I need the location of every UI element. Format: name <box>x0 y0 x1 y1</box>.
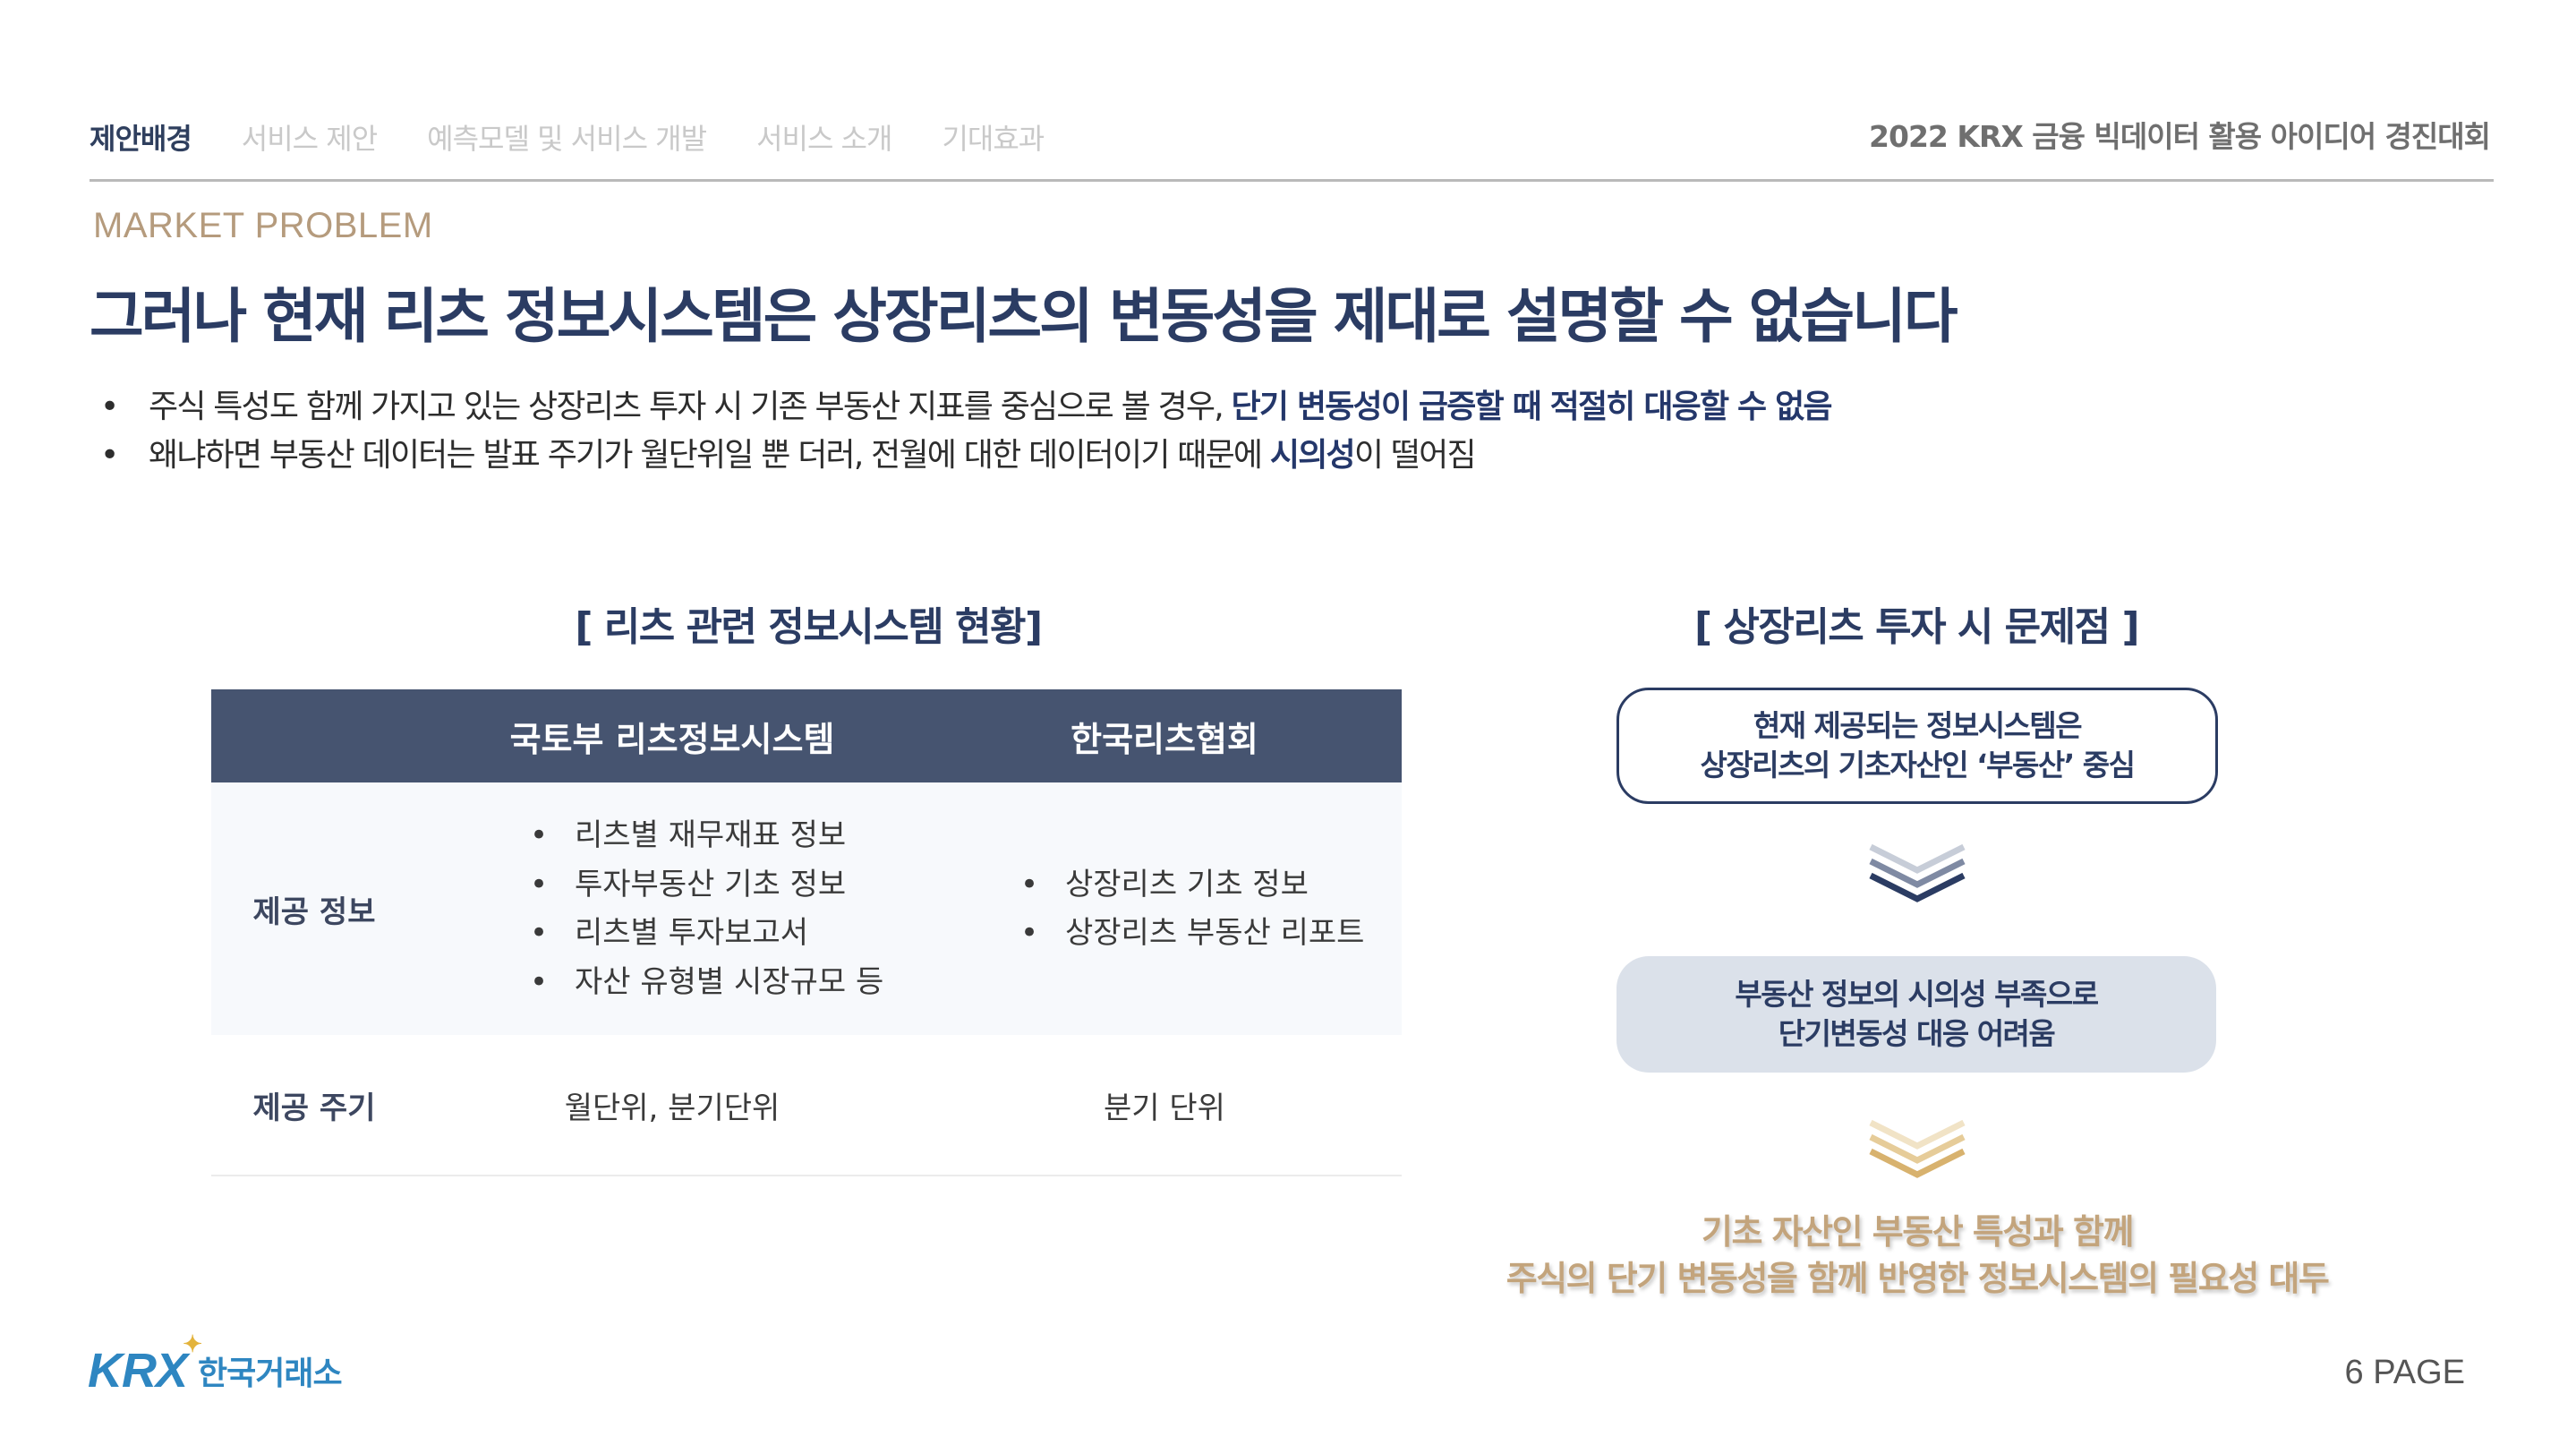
summary-bullets: 주식 특성도 함께 가지고 있는 상장리츠 투자 시 기존 부동산 지표를 중심… <box>100 383 1833 480</box>
kareit-info-cell: 상장리츠 기초 정보 상장리츠 부동산 리포트 <box>927 782 1402 1035</box>
bullet-highlight: 단기 변동성이 급증할 때 적절히 대응할 수 없음 <box>1231 389 1833 425</box>
bullet-highlight: 시의성 <box>1269 437 1356 474</box>
table-header-molit: 국토부 리츠정보시스템 <box>509 719 835 759</box>
molit-info-list: 리츠별 재무재표 정보 투자부동산 기초 정보 리츠별 투자보고서 자산 유형별… <box>530 811 883 1006</box>
table-row: 제공 주기 월단위, 분기단위 분기 단위 <box>211 1035 1402 1176</box>
krx-logo-mark: KRX ✦ <box>88 1330 202 1398</box>
box-line: 단기변동성 대응 어려움 <box>1778 1016 2056 1051</box>
bullet-tail: 이 떨어짐 <box>1353 437 1477 474</box>
page-title: 그러나 현재 리츠 정보시스템은 상장리츠의 변동성을 제대로 설명할 수 없습… <box>90 282 1958 351</box>
tab-service-proposal[interactable]: 서비스 제안 <box>242 116 378 158</box>
bullet-item: 왜냐하면 부동산 데이터는 발표 주기가 월단위일 뿐 더러, 전월에 대한 데… <box>100 432 1831 480</box>
tab-proposal-background[interactable]: 제안배경 <box>90 116 192 158</box>
list-item: 리츠별 재무재표 정보 <box>530 811 883 860</box>
tab-model-development[interactable]: 예측모델 및 서비스 개발 <box>427 116 707 158</box>
box-line: 현재 제공되는 정보시스템은 <box>1753 708 2083 743</box>
conclusion-line: 주식의 단기 변동성을 함께 반영한 정보시스템의 필요성 대두 <box>1506 1259 2330 1298</box>
box-line: 상장리츠의 기초자산인 ‘부동산’ 중심 <box>1700 748 2136 782</box>
bullet-text: 왜냐하면 부동산 데이터는 발표 주기가 월단위일 뿐 더러, 전월에 대한 데… <box>149 437 1270 474</box>
spark-icon: ✦ <box>183 1330 202 1357</box>
tab-expected-effects[interactable]: 기대효과 <box>942 116 1045 158</box>
bullet-text: 주식 특성도 함께 가지고 있는 상장리츠 투자 시 기존 부동산 지표를 중심… <box>149 389 1232 425</box>
table-header-row: 국토부 리츠정보시스템 한국리츠협회 <box>211 689 1402 782</box>
kareit-info-list: 상장리츠 기초 정보 상장리츠 부동산 리포트 <box>1020 860 1364 958</box>
chevron-down-icon <box>1869 843 1966 902</box>
info-system-table: 국토부 리츠정보시스템 한국리츠협회 제공 정보 리츠별 재무재표 정보 투자부… <box>211 689 1402 1176</box>
krx-logo: KRX ✦ 한국거래소 <box>88 1330 343 1398</box>
problem-box-current-system: 현재 제공되는 정보시스템은 상장리츠의 기초자산인 ‘부동산’ 중심 <box>1616 688 2218 804</box>
bullet-item: 주식 특성도 함께 가지고 있는 상장리츠 투자 시 기존 부동산 지표를 중심… <box>100 383 1833 432</box>
molit-cycle-cell: 월단위, 분기단위 <box>564 1090 780 1126</box>
event-name: 2022 KRX 금융 빅데이터 활용 아이디어 경진대회 <box>1869 119 2491 154</box>
table-header-empty <box>211 689 417 782</box>
table-section-title: [ 리츠 관련 정보시스템 현황] <box>575 604 1043 650</box>
problem-box-timeliness: 부동산 정보의 시의성 부족으로 단기변동성 대응 어려움 <box>1616 956 2216 1073</box>
section-label: MARKET PROBLEM <box>93 206 433 245</box>
tab-service-intro[interactable]: 서비스 소개 <box>756 116 892 158</box>
list-item: 투자부동산 기초 정보 <box>530 860 883 910</box>
box-line: 부동산 정보의 시의성 부족으로 <box>1735 977 2099 1012</box>
row-label-info: 제공 정보 <box>252 894 376 930</box>
molit-info-cell: 리츠별 재무재표 정보 투자부동산 기초 정보 리츠별 투자보고서 자산 유형별… <box>417 782 927 1035</box>
list-item: 자산 유형별 시장규모 등 <box>530 958 883 1007</box>
conclusion-line: 기초 자산인 부동산 특성과 함께 <box>1702 1212 2134 1252</box>
list-item: 상장리츠 부동산 리포트 <box>1020 909 1364 958</box>
list-item: 상장리츠 기초 정보 <box>1020 860 1364 910</box>
table-row: 제공 정보 리츠별 재무재표 정보 투자부동산 기초 정보 리츠별 투자보고서 … <box>211 782 1402 1035</box>
problem-section-title: [ 상장리츠 투자 시 문제점 ] <box>1693 604 2140 650</box>
header-divider <box>90 179 2494 182</box>
conclusion-text: 기초 자산인 부동산 특성과 함께 주식의 단기 변동성을 함께 반영한 정보시… <box>1506 1209 2330 1302</box>
kareit-cycle-cell: 분기 단위 <box>1104 1090 1225 1126</box>
row-label-cycle: 제공 주기 <box>252 1090 376 1126</box>
top-nav: 제안배경 서비스 제안 예측모델 및 서비스 개발 서비스 소개 기대효과 <box>90 115 1045 159</box>
krx-logo-text: 한국거래소 <box>198 1355 343 1392</box>
page-number: 6 PAGE <box>2344 1354 2465 1391</box>
chevron-down-icon <box>1869 1119 1966 1178</box>
table-header-kareit: 한국리츠협회 <box>1070 719 1258 759</box>
logo-mark-text: KRX <box>88 1344 188 1398</box>
list-item: 리츠별 투자보고서 <box>530 909 883 958</box>
